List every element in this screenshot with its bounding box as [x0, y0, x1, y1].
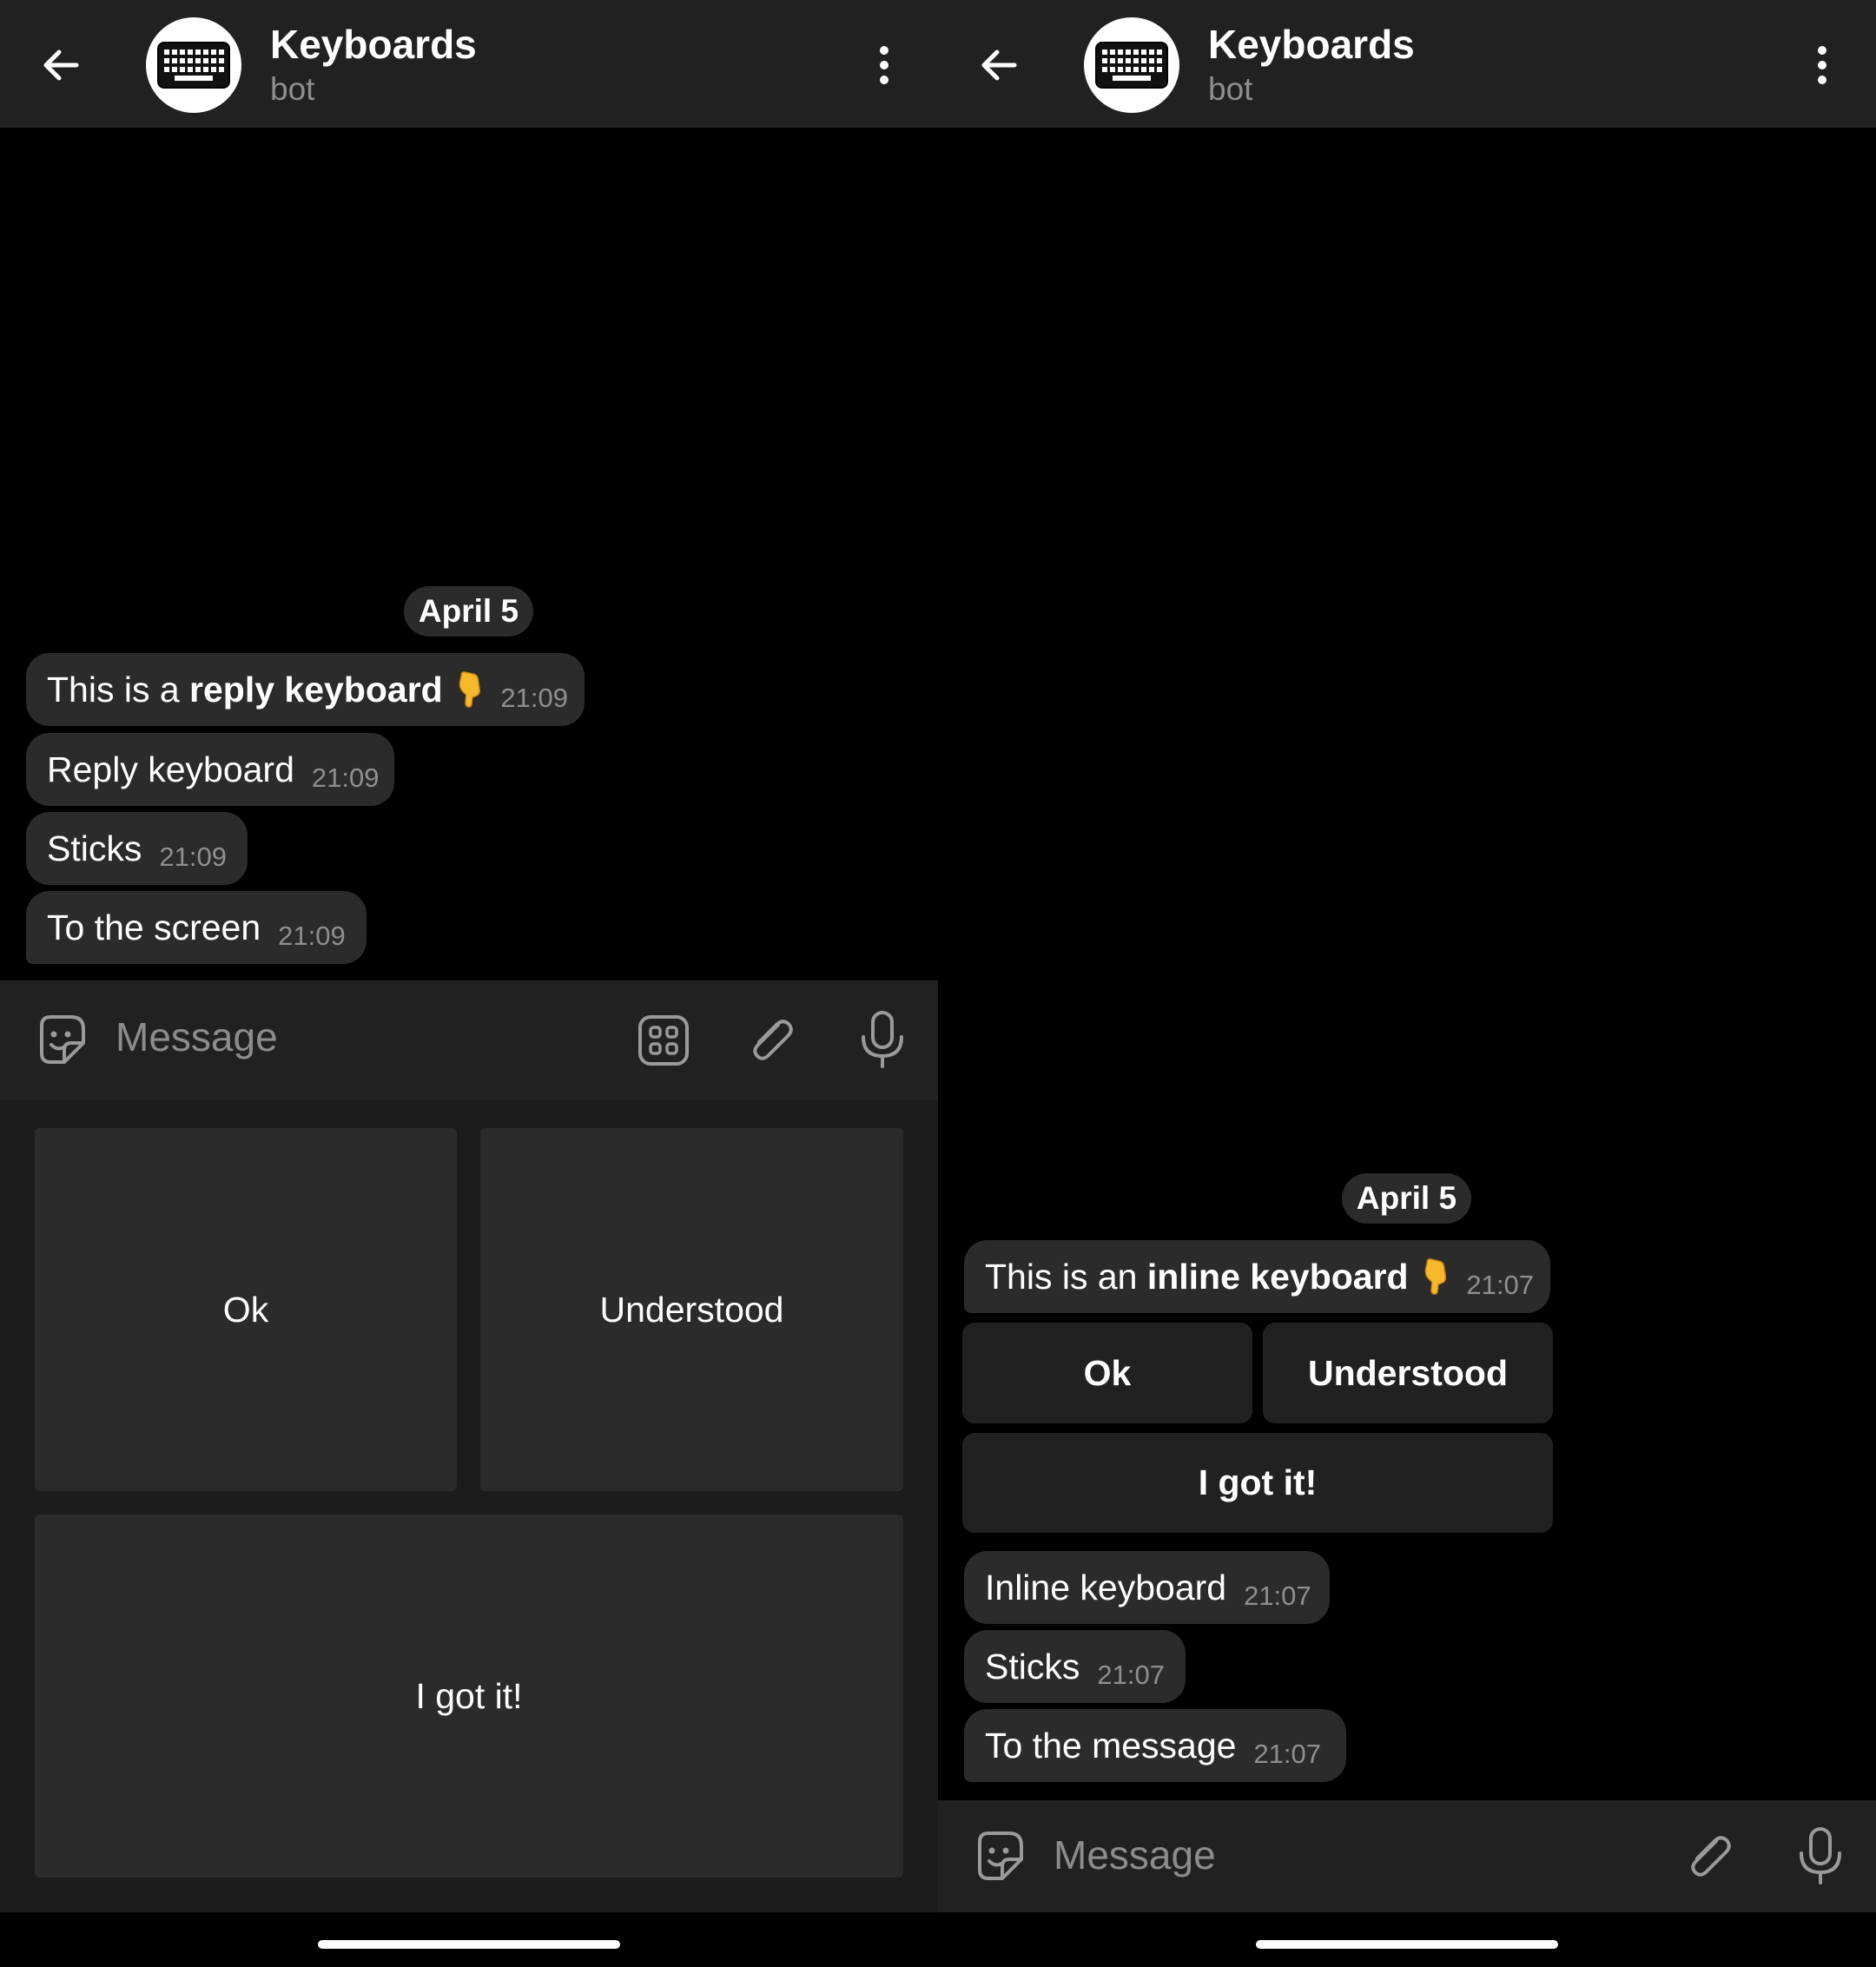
message-bubble: To the screen 21:09	[26, 891, 367, 964]
screenshot: Keyboards bot April 5 This is a reply ke…	[0, 0, 1876, 1967]
message-text: Sticks	[985, 1646, 1080, 1686]
message-time: 21:07	[1244, 1581, 1311, 1611]
chat-header: Keyboards bot	[938, 0, 1876, 128]
message-time: 21:09	[278, 921, 346, 951]
message-input-bar: Message	[938, 1800, 1876, 1912]
date-chip: April 5	[404, 586, 533, 637]
message-text: This is a reply keyboard	[47, 669, 443, 710]
message-text: Sticks	[47, 828, 142, 868]
chat-header: Keyboards bot	[0, 0, 938, 128]
message-input-bar: Message	[0, 980, 938, 1100]
message-time: 21:07	[1466, 1270, 1534, 1300]
message-input[interactable]: Message	[1054, 1832, 1216, 1878]
bot-avatar[interactable]	[1084, 17, 1179, 113]
message-bubble: Sticks 21:09	[26, 812, 248, 885]
keyboard-icon	[1095, 42, 1168, 89]
chat-subtitle: bot	[270, 71, 315, 107]
date-chip: April 5	[1342, 1173, 1471, 1224]
chat-title: Keyboards	[1208, 22, 1415, 67]
message-bubble: This is an inline keyboard 21:07	[964, 1240, 1550, 1313]
message-bubble: Inline keyboard 21:07	[964, 1551, 1330, 1624]
chat-subtitle: bot	[1208, 71, 1253, 107]
inline-button-got-it[interactable]: I got it!	[962, 1433, 1553, 1533]
inline-button-ok[interactable]: Ok	[962, 1323, 1252, 1423]
back-arrow-icon[interactable]	[973, 38, 1027, 92]
chat-title: Keyboards	[270, 22, 477, 67]
message-bubble: Sticks 21:07	[964, 1630, 1186, 1703]
bot-avatar[interactable]	[146, 17, 241, 113]
message-text: To the screen	[47, 907, 261, 947]
reply-keyboard: Ok Understood I got it!	[0, 1100, 938, 1912]
reply-button-understood[interactable]: Understood	[480, 1128, 903, 1491]
message-text: Reply keyboard	[47, 749, 294, 789]
message-time: 21:09	[311, 762, 380, 793]
pointing-down-hand-emoji	[1424, 1258, 1446, 1295]
left-screen: Keyboards bot April 5 This is a reply ke…	[0, 0, 938, 1967]
message-bubble: This is a reply keyboard 21:09	[26, 653, 585, 726]
microphone-icon[interactable]	[1793, 1825, 1848, 1888]
keyboard-grid-icon[interactable]	[636, 1013, 691, 1068]
paperclip-icon[interactable]	[1681, 1829, 1737, 1884]
message-bubble: Reply keyboard 21:09	[26, 733, 394, 806]
system-nav-bar	[0, 1912, 938, 1967]
sticker-smile-icon[interactable]	[971, 1828, 1027, 1884]
home-indicator[interactable]	[1256, 1940, 1558, 1949]
message-time: 21:09	[500, 683, 568, 713]
system-nav-bar	[938, 1912, 1876, 1967]
reply-button-ok[interactable]: Ok	[35, 1128, 457, 1491]
pointing-down-hand-emoji	[459, 671, 480, 708]
message-text: To the message	[985, 1725, 1237, 1766]
more-vertical-icon[interactable]	[1807, 43, 1838, 87]
message-time: 21:07	[1253, 1739, 1322, 1769]
more-vertical-icon[interactable]	[869, 43, 900, 87]
paperclip-icon[interactable]	[743, 1013, 799, 1068]
microphone-icon[interactable]	[855, 1009, 910, 1072]
sticker-smile-icon[interactable]	[33, 1012, 89, 1067]
message-input[interactable]: Message	[116, 1013, 278, 1060]
home-indicator[interactable]	[318, 1940, 620, 1949]
back-arrow-icon[interactable]	[35, 38, 89, 92]
reply-button-got-it[interactable]: I got it!	[35, 1515, 903, 1878]
keyboard-icon	[157, 42, 230, 89]
message-time: 21:09	[159, 842, 227, 872]
message-text: Inline keyboard	[985, 1567, 1227, 1607]
message-text: This is an inline keyboard	[985, 1256, 1409, 1297]
right-screen: Keyboards bot April 5 This is an inline …	[938, 0, 1876, 1967]
message-time: 21:07	[1097, 1660, 1165, 1690]
message-bubble: To the message 21:07	[964, 1709, 1346, 1782]
inline-button-understood[interactable]: Understood	[1263, 1323, 1553, 1423]
